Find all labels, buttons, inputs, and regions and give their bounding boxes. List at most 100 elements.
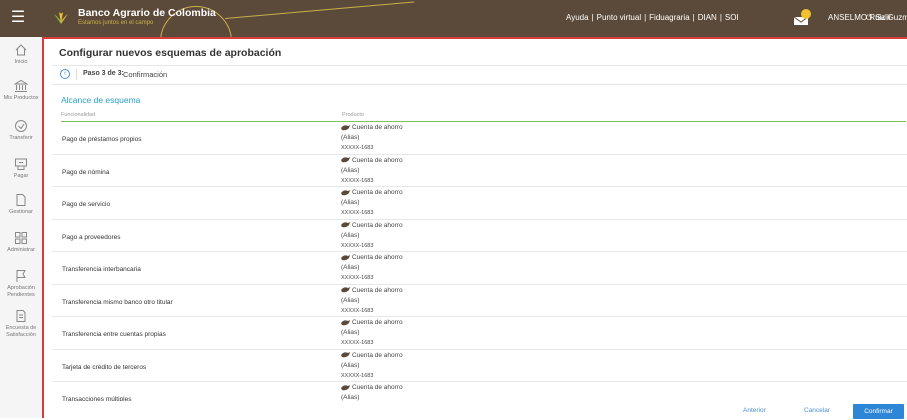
- product-account: XXXXX-1683: [341, 340, 374, 346]
- sidebar-item-aprobacion-pendientes[interactable]: Aprobación Pendientes: [0, 269, 42, 299]
- bank-icon: [14, 79, 28, 92]
- table-row: Pago de servicio Cuenta de ahorro (Alias) X…: [52, 187, 907, 220]
- sidebar-item-transferir[interactable]: Transferir: [0, 119, 42, 142]
- product-account: XXXXX-1683: [341, 210, 374, 216]
- product-alias: (Alias): [341, 134, 360, 141]
- table-row: Transferencia interbancaria Cuenta de aho…: [52, 252, 907, 285]
- row-funcionalidad: Transferencia mismo banco otro titular: [62, 298, 173, 306]
- document-icon: [16, 194, 26, 206]
- product-name: Cuenta de ahorro: [352, 156, 403, 164]
- column-header-producto: Producto: [342, 112, 365, 118]
- account-bird-icon: [341, 157, 350, 163]
- link-fiduagraria[interactable]: Fiduagraria: [649, 13, 689, 22]
- sidebar-item-label: Gestionar: [9, 209, 33, 215]
- step-divider: [76, 69, 77, 80]
- row-producto: Cuenta de ahorro (Alias) XXXXX-1683: [341, 286, 403, 316]
- sidebar-item-label: Encuesta de Satisfacción: [5, 325, 37, 338]
- row-producto: Cuenta de ahorro (Alias) XXXXX-1683: [341, 253, 403, 283]
- link-ayuda[interactable]: Ayuda: [566, 13, 589, 22]
- row-funcionalidad: Pago a proveedores: [62, 233, 121, 241]
- sidebar-item-label: Aprobación Pendientes: [7, 285, 35, 298]
- top-bar: ☰ Banco Agrario de Colombia Estamos junt…: [0, 0, 907, 37]
- row-producto: Cuenta de ahorro (Alias) XXXXX-1683: [341, 318, 403, 348]
- notification-icon[interactable]: [791, 8, 813, 28]
- sidebar-item-label: Mis Productos: [3, 95, 39, 101]
- product-account: XXXXX-1683: [341, 275, 374, 281]
- product-alias: (Alias): [341, 264, 360, 271]
- row-producto: Cuenta de ahorro (Alias) XXXXX-1683: [341, 123, 403, 153]
- table-row: Pago a proveedores Cuenta de ahorro (Alias…: [52, 220, 907, 252]
- power-icon: ⏻: [866, 13, 873, 22]
- product-account: XXXXX-1683: [341, 242, 374, 249]
- table-row: Pago de nómina Cuenta de ahorro (Alias) XXX…: [52, 155, 907, 187]
- product-account: XXXXX-1683: [341, 307, 374, 314]
- transfer-icon: [15, 120, 27, 132]
- step-name: Confirmación: [123, 70, 168, 79]
- payment-icon: [15, 158, 27, 170]
- sidebar-item-encuesta[interactable]: Encuesta de Satisfacción: [0, 309, 42, 339]
- sidebar-item-pagar[interactable]: Pagar: [0, 157, 42, 180]
- section-title: Alcance de esquema: [61, 95, 141, 105]
- product-name: Cuenta de ahorro: [352, 286, 403, 294]
- row-producto: Cuenta de ahorro (Alias) XXXXX-1683: [341, 188, 403, 218]
- account-bird-icon: [341, 222, 350, 228]
- sidebar-item-gestionar[interactable]: Gestionar: [0, 193, 42, 216]
- product-name: Cuenta de ahorro: [352, 124, 403, 131]
- row-funcionalidad: Pago de préstamos propios: [62, 136, 142, 143]
- back-arrow-icon[interactable]: ‹: [60, 69, 70, 79]
- main-panel: Configurar nuevos esquemas de aprobación…: [42, 37, 907, 420]
- row-producto: Cuenta de ahorro (Alias) XXXXX-1683: [341, 221, 403, 251]
- brand-tagline: Estamos juntos en el campo: [78, 20, 154, 26]
- grid-icon: [15, 232, 27, 244]
- link-soi[interactable]: SOI: [725, 13, 739, 22]
- brand-logo-icon: [54, 12, 68, 24]
- cancel-button[interactable]: Cancelar: [804, 407, 830, 414]
- sidebar-item-administrar[interactable]: Administrar: [0, 231, 42, 254]
- previous-button[interactable]: Anterior: [743, 407, 766, 414]
- sidebar-item-label: Inicio: [14, 59, 28, 65]
- sidebar-item-label: Administrar: [7, 247, 35, 253]
- product-alias: (Alias): [341, 394, 360, 401]
- row-funcionalidad: Pago de nómina: [62, 168, 110, 176]
- sidebar-item-label: Transferir: [9, 135, 33, 141]
- confirm-button[interactable]: Confirmar: [853, 404, 904, 419]
- account-bird-icon: [341, 352, 350, 358]
- product-name: Cuenta de ahorro: [352, 319, 403, 326]
- product-name: Cuenta de ahorro: [352, 351, 403, 359]
- account-bird-icon: [341, 287, 350, 293]
- account-bird-icon: [341, 254, 350, 261]
- table-row: Transferencia mismo banco otro titular Cu…: [52, 285, 907, 317]
- top-links: Ayuda | Punto virtual | Fiduagraria | DIAN | SOI: [566, 13, 739, 22]
- hamburger-menu-icon[interactable]: ☰: [9, 9, 27, 27]
- product-name: Cuenta de ahorro: [352, 221, 403, 229]
- sidebar-item-mis-productos[interactable]: Mis Productos: [0, 79, 42, 102]
- product-alias: (Alias): [341, 231, 360, 239]
- product-name: Cuenta de ahorro: [352, 189, 403, 196]
- product-account: XXXXX-1683: [341, 145, 374, 151]
- product-name: Cuenta de ahorro: [352, 254, 403, 261]
- decorative-line: [224, 1, 415, 19]
- page-title: Configurar nuevos esquemas de aprobación: [59, 47, 282, 59]
- sidebar-item-inicio[interactable]: Inicio: [0, 43, 42, 66]
- row-producto: Cuenta de ahorro (Alias) XXXXX-1683: [341, 156, 403, 186]
- sidebar-item-label: Pagar: [13, 173, 29, 179]
- brand-name: Banco Agrario de Colombia: [78, 7, 216, 19]
- step-counter: Paso 3 de 3:: [83, 70, 124, 77]
- footer-actions: Anterior Cancelar Confirmar: [44, 401, 907, 420]
- link-dian[interactable]: DIAN: [698, 13, 717, 22]
- product-alias: (Alias): [341, 199, 360, 206]
- account-bird-icon: [341, 124, 350, 131]
- row-producto: Cuenta de ahorro (Alias) XXXXX-1683: [341, 351, 403, 381]
- step-bar: ‹ Paso 3 de 3: Confirmación: [52, 65, 907, 85]
- row-funcionalidad: Tarjeta de crédito de terceros: [62, 363, 147, 371]
- product-alias: (Alias): [341, 166, 360, 174]
- logout-label: Salir: [875, 13, 892, 22]
- logout-button[interactable]: ⏻ Salir: [866, 13, 891, 23]
- row-funcionalidad: Transferencia interbancaria: [62, 266, 141, 273]
- product-alias: (Alias): [341, 361, 360, 369]
- account-bird-icon: [341, 384, 350, 391]
- link-punto-virtual[interactable]: Punto virtual: [597, 13, 641, 22]
- product-account: XXXXX-1683: [341, 177, 374, 184]
- account-bird-icon: [341, 319, 350, 326]
- home-icon: [15, 44, 27, 56]
